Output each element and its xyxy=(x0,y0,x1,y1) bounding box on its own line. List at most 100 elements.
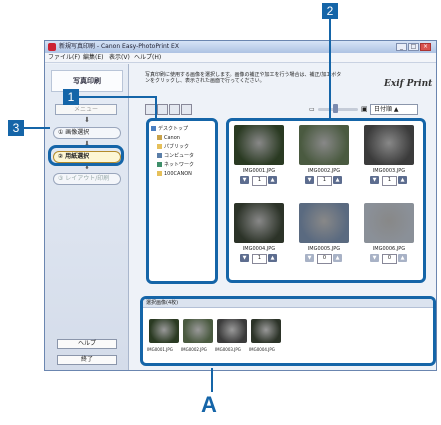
print-count-value[interactable]: 1 xyxy=(382,176,397,186)
tree-item-public[interactable]: パブリック xyxy=(157,144,189,150)
step-image-select[interactable]: ① 画像選択 xyxy=(53,127,121,139)
callout-a-label: A xyxy=(201,392,217,417)
panel-title: 写真印刷 xyxy=(51,70,123,92)
decrease-button[interactable]: ▼ xyxy=(305,254,314,262)
zoom-in-icon[interactable]: ▣ xyxy=(361,105,368,113)
sort-select[interactable]: 日付順 ▲ xyxy=(370,104,418,115)
menu-edit[interactable]: 編集(E) xyxy=(83,54,103,62)
thumbnail-filename: IMG0003.JPG xyxy=(372,168,406,174)
thumbnail-item[interactable]: IMG0005.JPG ▼ 0 ▲ xyxy=(297,203,351,265)
print-count-stepper: ▼ 1 ▲ xyxy=(240,254,278,264)
menu-button[interactable]: メニュー xyxy=(55,104,117,115)
photo-thumbnail[interactable] xyxy=(234,203,284,243)
print-count-value[interactable]: 0 xyxy=(382,254,397,264)
thumbnail-item[interactable]: IMG0001.JPG ▼ 1 ▲ xyxy=(232,125,286,187)
selected-thumbnail[interactable] xyxy=(149,319,179,343)
thumbnail-item[interactable]: IMG0003.JPG ▼ 1 ▲ xyxy=(362,125,416,187)
toolbar xyxy=(145,104,205,115)
tree-item-user[interactable]: Canon xyxy=(157,135,180,141)
callout-2: 2 xyxy=(322,3,338,19)
title-bar[interactable]: 新規写真印刷 - Canon Easy-PhotoPrint EX _ □ × xyxy=(45,41,436,53)
decrease-button[interactable]: ▼ xyxy=(305,176,314,184)
thumbnail-item[interactable]: IMG0004.JPG ▼ 1 ▲ xyxy=(232,203,286,265)
tree-item-desktop[interactable]: デスクトップ xyxy=(151,126,188,132)
selected-filename: IMG0003.JPG xyxy=(215,347,241,352)
increase-button[interactable]: ▲ xyxy=(398,176,407,184)
selected-thumbnail[interactable] xyxy=(217,319,247,343)
callout-a-line xyxy=(211,368,213,392)
decrease-button[interactable]: ▼ xyxy=(240,254,249,262)
thumbnail-item[interactable]: IMG0002.JPG ▼ 1 ▲ xyxy=(297,125,351,187)
decrease-button[interactable]: ▼ xyxy=(370,176,379,184)
zoom-slider-knob[interactable] xyxy=(333,104,338,113)
print-count-value[interactable]: 1 xyxy=(317,176,332,186)
help-button[interactable]: ヘルプ xyxy=(57,339,117,349)
zoom-slider[interactable] xyxy=(318,108,358,111)
photo-thumbnail[interactable] xyxy=(299,125,349,165)
photo-thumbnail[interactable] xyxy=(234,125,284,165)
callout-1-line xyxy=(155,96,157,118)
callout-1: 1 xyxy=(63,89,79,105)
maximize-button[interactable]: □ xyxy=(408,43,419,51)
increase-button[interactable]: ▲ xyxy=(268,176,277,184)
left-panel: 写真印刷 メニュー ⬇ ① 画像選択 ⬇ ② 用紙選択 ⬇ ③ レイアウト/印刷… xyxy=(45,64,129,370)
selected-filename: IMG0002.JPG xyxy=(181,347,207,352)
print-count-value[interactable]: 0 xyxy=(317,254,332,264)
desktop-icon xyxy=(151,126,156,131)
photo-thumbnail[interactable] xyxy=(364,203,414,243)
decrease-button[interactable]: ▼ xyxy=(370,254,379,262)
correct-icon[interactable] xyxy=(181,104,192,115)
menu-file[interactable]: ファイル(F) xyxy=(48,54,80,62)
computer-icon xyxy=(157,153,162,158)
increase-button[interactable]: ▲ xyxy=(398,254,407,262)
user-folder-icon xyxy=(157,135,162,140)
zoom-out-icon[interactable]: ▭ xyxy=(309,106,315,113)
folder-icon xyxy=(157,144,162,149)
print-count-value[interactable]: 1 xyxy=(252,254,267,264)
tree-item-computer[interactable]: コンピュータ xyxy=(157,153,194,159)
decrease-button[interactable]: ▼ xyxy=(240,176,249,184)
thumbnail-filename: IMG0006.JPG xyxy=(372,246,406,252)
selected-filename: IMG0004.JPG xyxy=(249,347,275,352)
rotate-icon[interactable] xyxy=(169,104,180,115)
print-count-value[interactable]: 1 xyxy=(252,176,267,186)
menu-bar: ファイル(F) 編集(E) 表示(V) ヘルプ(H) xyxy=(45,53,436,63)
step-layout-print[interactable]: ③ レイアウト/印刷 xyxy=(53,173,121,185)
thumbnail-filename: IMG0001.JPG xyxy=(242,168,276,174)
callout-1-line xyxy=(79,96,157,98)
folder-icon xyxy=(157,171,162,176)
callout-2-line xyxy=(329,19,331,118)
menu-help[interactable]: ヘルプ(H) xyxy=(134,54,161,62)
photo-thumbnail[interactable] xyxy=(364,125,414,165)
minimize-button[interactable]: _ xyxy=(396,43,407,51)
window-title: 新規写真印刷 - Canon Easy-PhotoPrint EX xyxy=(59,43,179,50)
menu-view[interactable]: 表示(V) xyxy=(109,54,130,62)
tree-item-network[interactable]: ネットワーク xyxy=(157,162,194,168)
selected-images-panel: 選択画像(4枚) IMG0001.JPG IMG0002.JPG IMG0003.J… xyxy=(140,296,436,366)
arrow-down-icon: ⬇ xyxy=(84,116,90,124)
grid-icon[interactable] xyxy=(157,104,168,115)
increase-button[interactable]: ▲ xyxy=(333,176,342,184)
selected-thumbnail[interactable] xyxy=(251,319,281,343)
folder-tree: デスクトップ Canon パブリック コンピュータ ネットワーク 100CANO… xyxy=(146,118,218,284)
selected-filename: IMG0001.JPG xyxy=(147,347,173,352)
tree-item-100canon[interactable]: 100CANON xyxy=(157,171,192,177)
callout-3: 3 xyxy=(8,120,24,136)
thumbnail-filename: IMG0002.JPG xyxy=(307,168,341,174)
photo-thumbnail[interactable] xyxy=(299,203,349,243)
exit-button[interactable]: 終了 xyxy=(57,355,117,365)
instruction-text: 写真印刷に使用する画像を選択します。画像の補正や加工を行う場合は、補正/加工ボタ… xyxy=(145,72,342,84)
thumbnail-filename: IMG0005.JPG xyxy=(307,246,341,252)
app-icon xyxy=(48,43,56,51)
step-highlight-frame xyxy=(48,145,124,166)
thumbnail-grid: IMG0001.JPG ▼ 1 ▲ IMG0002.JPG ▼ 1 ▲ IMG0003.JPG ▼… xyxy=(226,118,426,283)
print-count-stepper: ▼ 1 ▲ xyxy=(240,176,278,186)
close-button[interactable]: × xyxy=(420,43,431,51)
print-count-stepper: ▼ 1 ▲ xyxy=(370,176,408,186)
selected-images-header: 選択画像(4枚) xyxy=(143,299,433,308)
selected-thumbnail[interactable] xyxy=(183,319,213,343)
thumbnail-item[interactable]: IMG0006.JPG ▼ 0 ▲ xyxy=(362,203,416,265)
increase-button[interactable]: ▲ xyxy=(333,254,342,262)
print-count-stepper: ▼ 0 ▲ xyxy=(370,254,408,264)
increase-button[interactable]: ▲ xyxy=(268,254,277,262)
